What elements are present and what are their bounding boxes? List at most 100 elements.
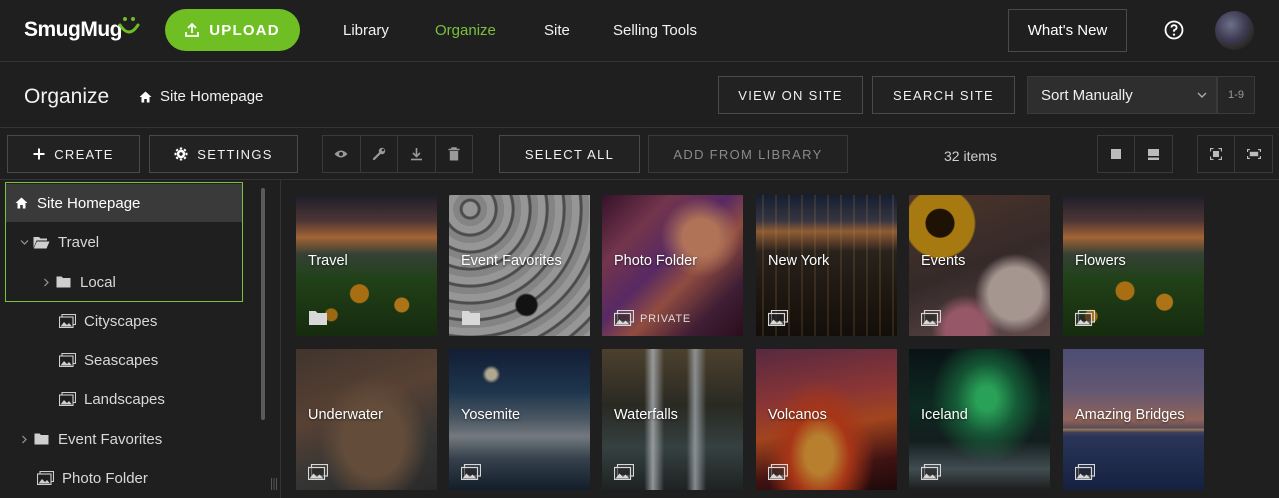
tree-item-landscapes[interactable]: Landscapes bbox=[6, 380, 242, 418]
tools-button[interactable] bbox=[361, 136, 398, 172]
tile-amazing-bridges[interactable]: Amazing Bridges bbox=[1063, 349, 1204, 490]
gallery-icon bbox=[36, 471, 54, 485]
chevron-right-icon bbox=[21, 435, 27, 443]
tree-item-travel[interactable]: Travel bbox=[6, 223, 242, 261]
folder-icon bbox=[309, 311, 327, 325]
expand-toggle[interactable] bbox=[16, 435, 32, 444]
view-on-site-button[interactable]: VIEW ON SITE bbox=[718, 76, 863, 114]
gallery-icon bbox=[768, 310, 788, 326]
smugmug-face-icon bbox=[118, 17, 140, 34]
resize-grip-icon[interactable] bbox=[270, 476, 278, 492]
large-tiles-button[interactable] bbox=[1098, 136, 1135, 172]
tile-volcanos[interactable]: Volcanos bbox=[756, 349, 897, 490]
breadcrumb[interactable]: Site Homepage bbox=[139, 88, 263, 105]
delete-button[interactable] bbox=[436, 136, 473, 172]
tile-event-favorites[interactable]: Event Favorites bbox=[449, 195, 590, 336]
sort-range[interactable]: 1-9 bbox=[1217, 76, 1255, 114]
gallery-icon bbox=[1075, 464, 1095, 480]
tree-item-cityscapes[interactable]: Cityscapes bbox=[6, 302, 242, 340]
fill-button[interactable] bbox=[1235, 136, 1272, 172]
folder-icon bbox=[34, 433, 48, 445]
fill-icon bbox=[1246, 149, 1261, 159]
tree-item-photo-folder[interactable]: Photo Folder bbox=[6, 459, 242, 497]
tile-underwater[interactable]: Underwater bbox=[296, 349, 437, 490]
tile-new-york[interactable]: New York bbox=[756, 195, 897, 336]
settings-label: SETTINGS bbox=[197, 146, 273, 162]
chevron-down-icon bbox=[20, 239, 28, 245]
nav-organize[interactable]: Organize bbox=[435, 22, 496, 39]
tile-title: Waterfalls bbox=[614, 407, 678, 423]
fit-icon bbox=[1210, 148, 1222, 160]
tree-item-event-favorites[interactable]: Event Favorites bbox=[6, 420, 242, 458]
help-icon[interactable] bbox=[1164, 20, 1184, 40]
smugmug-logo[interactable]: SmugMug bbox=[24, 18, 122, 42]
nav-library[interactable]: Library bbox=[343, 22, 389, 39]
download-button[interactable] bbox=[398, 136, 436, 172]
nav-site[interactable]: Site bbox=[544, 22, 570, 39]
plus-icon bbox=[33, 148, 45, 160]
square-icon bbox=[1111, 149, 1121, 159]
tile-photo-folder[interactable]: Photo Folder PRIVATE bbox=[602, 195, 743, 336]
tile-title: Travel bbox=[308, 253, 348, 269]
home-icon bbox=[15, 197, 27, 209]
tree-scrollbar[interactable] bbox=[261, 188, 265, 420]
tile-title: Underwater bbox=[308, 407, 383, 423]
tree-item-label: Cityscapes bbox=[84, 312, 158, 330]
user-avatar[interactable] bbox=[1215, 11, 1254, 50]
tree-item-label: Seascapes bbox=[84, 351, 159, 369]
gallery-icon bbox=[1075, 310, 1095, 326]
upload-label: UPLOAD bbox=[209, 21, 280, 39]
tree-item-local[interactable]: Local bbox=[6, 263, 242, 301]
tile-waterfalls[interactable]: Waterfalls bbox=[602, 349, 743, 490]
visibility-button[interactable] bbox=[323, 136, 361, 172]
tile-iceland[interactable]: Iceland bbox=[909, 349, 1050, 490]
top-navigation: SmugMug UPLOAD Library Organize Site Sel… bbox=[0, 0, 1279, 62]
tree-item-label: Photo Folder bbox=[62, 469, 148, 487]
page-title: Organize bbox=[24, 85, 110, 108]
gallery-icon bbox=[768, 464, 788, 480]
item-actions-group bbox=[322, 135, 473, 173]
add-from-library-button[interactable]: ADD FROM LIBRARY bbox=[648, 135, 848, 173]
expand-toggle[interactable] bbox=[38, 278, 54, 287]
tile-title: Events bbox=[921, 253, 966, 269]
upload-icon bbox=[185, 23, 200, 37]
tile-travel[interactable]: Travel bbox=[296, 195, 437, 336]
tile-title: New York bbox=[768, 253, 830, 269]
search-site-button[interactable]: SEARCH SITE bbox=[872, 76, 1015, 114]
tiles-with-info-button[interactable] bbox=[1135, 136, 1172, 172]
tree-item-site-homepage[interactable]: Site Homepage bbox=[6, 184, 242, 222]
gallery-icon bbox=[461, 464, 481, 480]
gallery-icon bbox=[58, 353, 76, 367]
tree-item-label: Local bbox=[80, 273, 116, 291]
tree-item-seascapes[interactable]: Seascapes bbox=[6, 341, 242, 379]
breadcrumb-label: Site Homepage bbox=[160, 88, 264, 105]
organize-toolbar: CREATE SETTINGS SELECT ALL ADD FROM LIBR… bbox=[0, 129, 1279, 180]
tile-flowers[interactable]: Flowers bbox=[1063, 195, 1204, 336]
whats-new-button[interactable]: What's New bbox=[1008, 9, 1127, 52]
folder-open-icon bbox=[33, 236, 49, 248]
chevron-down-icon bbox=[1197, 92, 1207, 98]
folder-icon bbox=[462, 311, 480, 325]
tile-events[interactable]: Events bbox=[909, 195, 1050, 336]
fit-mode-group bbox=[1197, 135, 1273, 173]
create-button[interactable]: CREATE bbox=[7, 135, 140, 173]
tree-item-label: Travel bbox=[58, 233, 100, 251]
nav-selling-tools[interactable]: Selling Tools bbox=[613, 22, 697, 39]
fit-button[interactable] bbox=[1198, 136, 1235, 172]
tile-title: Flowers bbox=[1075, 253, 1126, 269]
tile-title: Photo Folder bbox=[614, 253, 698, 269]
upload-button[interactable]: UPLOAD bbox=[165, 9, 300, 51]
tree-item-label: Event Favorites bbox=[58, 430, 163, 448]
expand-toggle[interactable] bbox=[16, 238, 32, 247]
gallery-icon bbox=[921, 310, 941, 326]
settings-button[interactable]: SETTINGS bbox=[149, 135, 298, 173]
sort-select[interactable]: Sort Manually bbox=[1027, 76, 1217, 114]
tile-size-group bbox=[1097, 135, 1173, 173]
card-icon bbox=[1148, 148, 1159, 160]
sort-value: Sort Manually bbox=[1041, 86, 1133, 104]
items-count: 32 items bbox=[944, 148, 997, 164]
chevron-right-icon bbox=[43, 278, 49, 286]
gallery-icon bbox=[614, 310, 634, 326]
tile-yosemite[interactable]: Yosemite bbox=[449, 349, 590, 490]
select-all-button[interactable]: SELECT ALL bbox=[499, 135, 640, 173]
